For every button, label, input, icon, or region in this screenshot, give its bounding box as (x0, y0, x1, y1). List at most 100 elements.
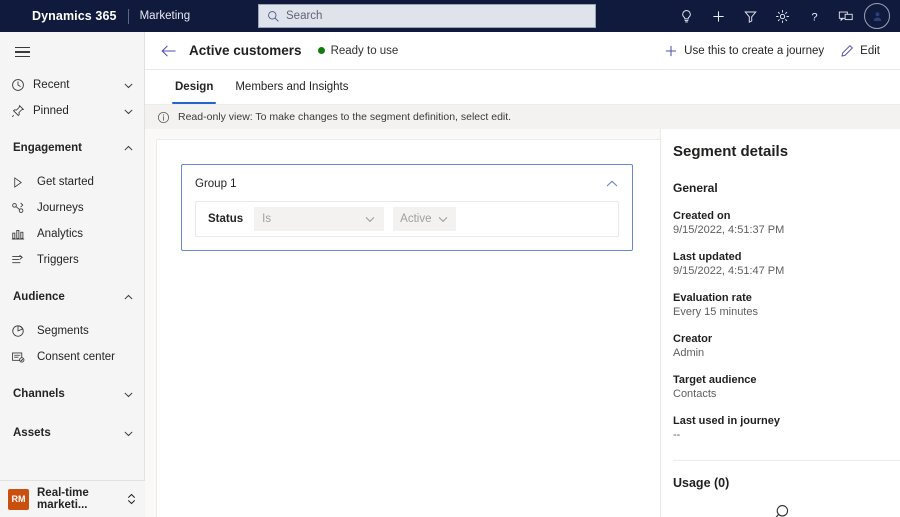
sidebar-item-label: Consent center (37, 351, 115, 363)
info-icon (157, 111, 170, 124)
global-search[interactable] (258, 4, 596, 28)
area-switcher[interactable]: RM Real-time marketi... (0, 480, 145, 517)
consent-icon (11, 350, 33, 364)
info-message: Read-only view: To make changes to the s… (178, 111, 512, 123)
detail-field-last-updated: Last updated 9/15/2022, 4:51:47 PM (673, 251, 900, 277)
brand-title: Dynamics 365 (32, 9, 117, 23)
sidebar-group-label: Audience (13, 291, 65, 303)
rule-value-dropdown[interactable]: Active (393, 207, 457, 231)
segment-details-panel: Segment details General Created on 9/15/… (660, 129, 900, 517)
status-dot-icon (317, 47, 325, 54)
chevron-down-icon[interactable] (123, 428, 134, 439)
edit-button[interactable]: Edit (832, 36, 888, 66)
field-label: Created on (673, 210, 731, 222)
tab-strip: Design Members and Insights (145, 70, 900, 105)
field-value: -- (673, 429, 681, 441)
updown-chevron-icon[interactable] (126, 493, 137, 505)
tab-members-and-insights[interactable]: Members and Insights (224, 70, 359, 104)
play-icon (11, 176, 33, 189)
pin-icon (11, 104, 33, 118)
field-value: 9/15/2022, 4:51:37 PM (673, 224, 785, 236)
sidebar-item-segments[interactable]: Segments (0, 318, 144, 344)
field-value: Every 15 minutes (673, 306, 758, 318)
sidebar-item-consent-center[interactable]: Consent center (0, 344, 144, 370)
sidebar-group-channels[interactable]: Channels (0, 379, 144, 409)
clock-icon (11, 78, 33, 92)
segment-designer-area: Group 1 Status Is Active (145, 129, 660, 517)
svg-text:?: ? (811, 11, 817, 23)
lightbulb-icon[interactable] (670, 0, 702, 32)
journeys-icon (11, 201, 33, 215)
sidebar-item-label: Triggers (37, 254, 79, 266)
sidebar-group-label: Engagement (13, 142, 83, 154)
plus-icon[interactable] (702, 0, 734, 32)
status-badge: Ready to use (317, 44, 399, 57)
brand-divider (127, 8, 129, 24)
chevron-down-icon (364, 213, 376, 225)
sidebar-item-pinned[interactable]: Pinned (0, 98, 144, 124)
detail-field-target-audience: Target audience Contacts (673, 374, 900, 400)
field-label: Last used in journey (673, 415, 780, 427)
magnifier-icon (769, 502, 793, 517)
sidebar-group-engagement[interactable]: Engagement (0, 133, 144, 163)
rule-value-text: Active (400, 213, 432, 225)
sidebar-item-journeys[interactable]: Journeys (0, 195, 144, 221)
command-bar: Active customers Ready to use Use this t… (145, 32, 900, 70)
chevron-up-icon[interactable] (605, 177, 619, 191)
segment-rule-row: Status Is Active (195, 201, 619, 237)
sidebar-item-label: Pinned (33, 105, 69, 117)
detail-field-evaluation-rate: Evaluation rate Every 15 minutes (673, 292, 900, 318)
plus-icon (664, 44, 678, 58)
details-panel-title: Segment details (673, 143, 789, 160)
hamburger-menu-icon[interactable] (2, 32, 42, 72)
gear-icon[interactable] (766, 0, 798, 32)
sidebar-item-triggers[interactable]: Triggers (0, 247, 144, 273)
question-icon[interactable]: ? (798, 0, 830, 32)
sidebar-item-analytics[interactable]: Analytics (0, 221, 144, 247)
sidebar-item-label: Recent (33, 79, 70, 91)
area-badge: RM (8, 488, 29, 510)
avatar[interactable] (864, 3, 890, 29)
chevron-down-icon[interactable] (123, 389, 134, 400)
field-value: Contacts (673, 388, 717, 400)
sidebar-item-get-started[interactable]: Get started (0, 169, 144, 195)
sidebar-group-assets[interactable]: Assets (0, 418, 144, 448)
action-label: Edit (860, 44, 880, 57)
rule-operator-dropdown[interactable]: Is (254, 207, 385, 231)
chat-icon[interactable] (830, 0, 862, 32)
back-arrow-icon[interactable] (153, 35, 185, 67)
sidebar-item-recent[interactable]: Recent (0, 72, 144, 98)
action-label: Use this to create a journey (684, 44, 825, 57)
chevron-down-icon (437, 213, 449, 225)
tab-label: Members and Insights (235, 81, 349, 93)
sidebar-group-label: Assets (13, 427, 51, 439)
status-label: Ready to use (330, 44, 399, 57)
sidebar-group-audience[interactable]: Audience (0, 282, 144, 312)
left-sidebar: Recent Pinned Engagement Get started Jou… (0, 32, 145, 517)
chevron-up-icon[interactable] (123, 143, 134, 154)
analytics-icon (11, 227, 33, 241)
chevron-up-icon[interactable] (123, 292, 134, 303)
chevron-down-icon[interactable] (123, 80, 134, 91)
chevron-down-icon[interactable] (123, 106, 134, 117)
sidebar-item-label: Get started (37, 176, 94, 188)
app-name-label: Marketing (139, 10, 191, 22)
sidebar-item-label: Segments (37, 325, 89, 337)
tab-label: Design (175, 81, 214, 93)
pencil-icon (840, 44, 854, 58)
search-input[interactable] (286, 10, 587, 22)
read-only-info-bar: Read-only view: To make changes to the s… (145, 105, 900, 129)
tab-design[interactable]: Design (164, 70, 224, 104)
rule-attribute-label: Status (208, 213, 244, 225)
triggers-icon (11, 253, 33, 267)
filter-icon[interactable] (734, 0, 766, 32)
use-this-to-create-a-journey-button[interactable]: Use this to create a journey (656, 36, 832, 66)
top-bar-icon-group: ? (670, 0, 896, 32)
field-label: Last updated (673, 251, 742, 263)
group-card[interactable]: Group 1 Status Is Active (181, 164, 633, 251)
segment-canvas: Group 1 Status Is Active (156, 139, 660, 517)
details-section-general: General (673, 181, 718, 195)
sidebar-group-label: Channels (13, 388, 65, 400)
